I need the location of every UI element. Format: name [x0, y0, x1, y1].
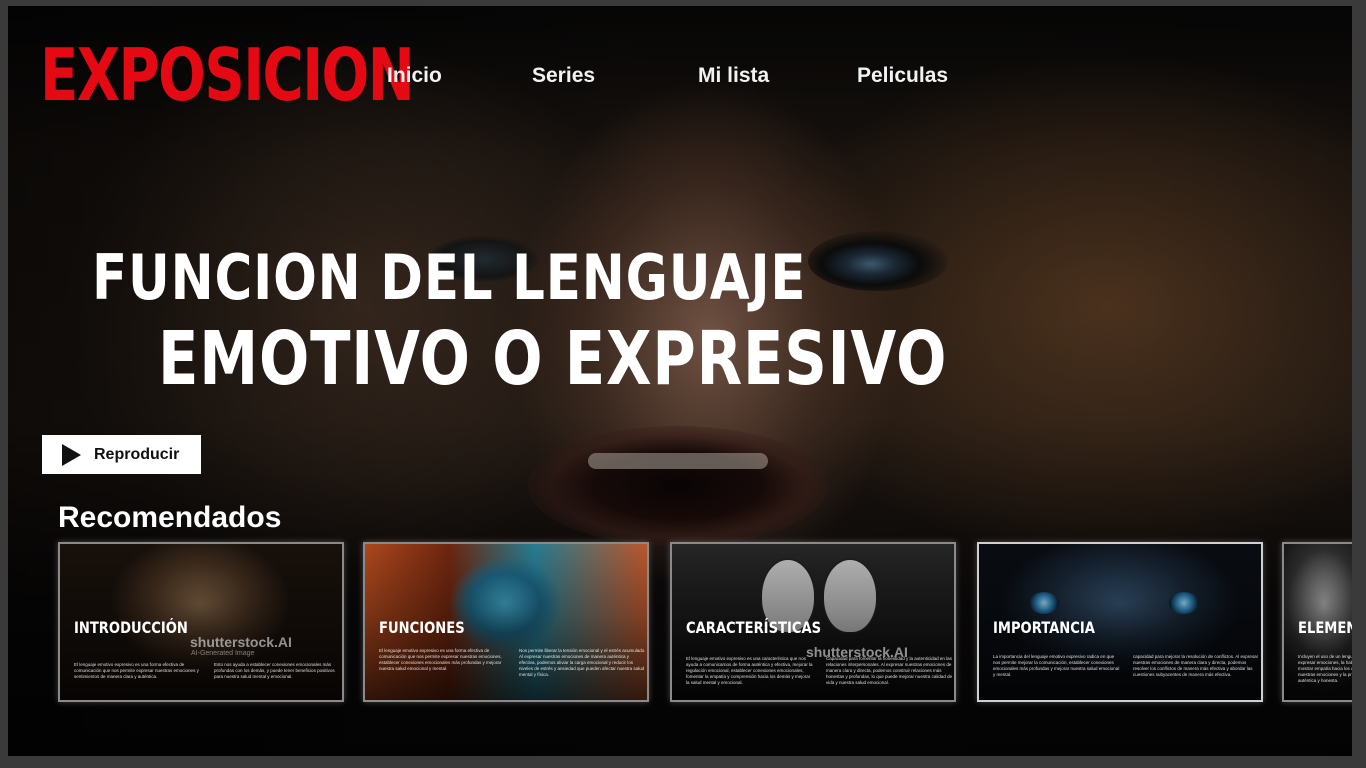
card-title: CARACTERÍSTICAS: [686, 618, 822, 637]
play-button[interactable]: Reproducir: [42, 435, 201, 474]
card-text-left: La importancia del lenguaje emotivo expr…: [993, 654, 1120, 677]
card-text-left: El lenguaje emotivo expresivo es una for…: [379, 648, 502, 671]
play-button-label: Reproducir: [94, 445, 180, 463]
app-logo[interactable]: EXPOSICION: [40, 30, 415, 120]
card-title: FUNCIONES: [379, 618, 465, 637]
card-title: ELEMENTOS: [1298, 618, 1352, 637]
nav-item-peliculas[interactable]: Peliculas: [857, 64, 948, 88]
card-text-left: El lenguaje emotivo expresivo es una for…: [74, 662, 199, 679]
card-elementos[interactable]: ELEMENTOS Incluyen el uso de un lenguaje…: [1282, 542, 1352, 702]
card-title: IMPORTANCIA: [993, 618, 1095, 637]
hero-title-line1: FUNCION DEL LENGUAJE: [92, 241, 807, 314]
watermark: shutterstock.AI: [190, 634, 292, 650]
card-caracteristicas[interactable]: CARACTERÍSTICAS shutterstock.AI El lengu…: [670, 542, 956, 702]
card-text-right: Capacidad para fomentar la honestidad y …: [826, 656, 953, 685]
play-icon: [62, 443, 81, 466]
section-title: Recomendados: [58, 501, 282, 534]
card-text-right: capacidad para mejorar la resolución de …: [1133, 654, 1259, 677]
card-text-right: Nos permite liberar la tensión emocional…: [519, 648, 646, 677]
nav-item-mi-lista[interactable]: Mi lista: [698, 64, 769, 88]
nav-item-series[interactable]: Series: [532, 64, 595, 88]
app-window: EXPOSICION Inicio Series Mi lista Pelicu…: [8, 6, 1352, 756]
hero-title-line2: EMOTIVO O EXPRESIVO: [158, 316, 948, 402]
watermark-sub: AI-Generated Image: [191, 650, 255, 657]
card-introduccion[interactable]: INTRODUCCIÓN shutterstock.AI AI-Generate…: [58, 542, 344, 702]
card-text-right: Esto nos ayuda a establecer conexiones e…: [214, 662, 335, 679]
card-text-left: El lenguaje emotivo expresivo es una car…: [686, 656, 813, 685]
nav-item-inicio[interactable]: Inicio: [387, 64, 442, 88]
card-text-left: Incluyen el uso de un lenguaje claro y p…: [1298, 654, 1352, 683]
card-funciones[interactable]: FUNCIONES El lenguaje emotivo expresivo …: [363, 542, 649, 702]
card-title: INTRODUCCIÓN: [74, 618, 188, 637]
card-importancia[interactable]: IMPORTANCIA La importancia del lenguaje …: [977, 542, 1263, 702]
